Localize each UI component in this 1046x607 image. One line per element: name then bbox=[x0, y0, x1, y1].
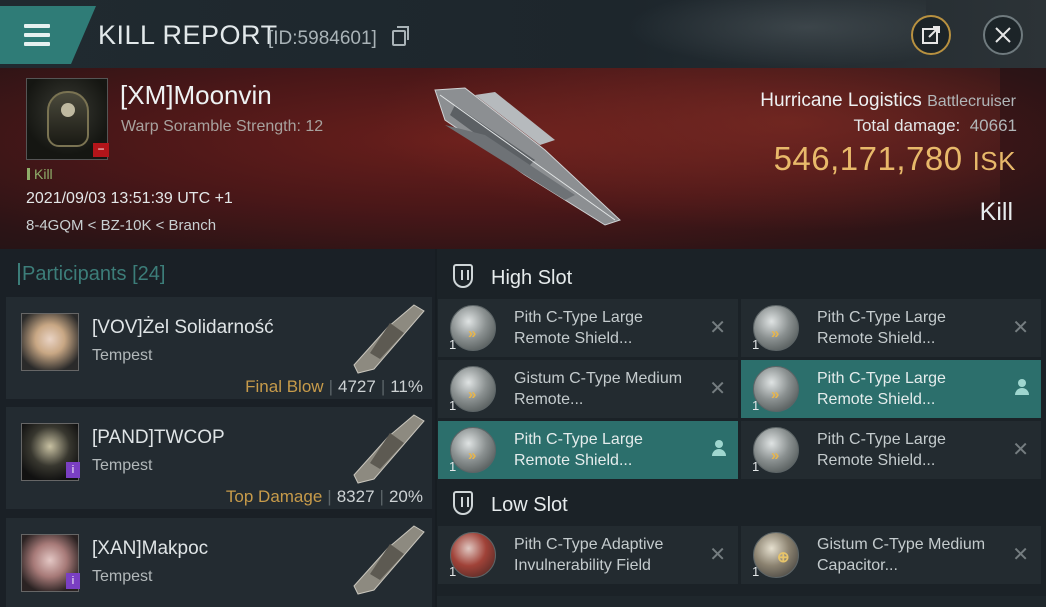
participant-name: [PAND]TWCOP bbox=[92, 427, 225, 448]
participant-name: [XAN]Makpoc bbox=[92, 538, 209, 559]
total-damage-label: Total damage: bbox=[853, 116, 961, 135]
module-name: Pith C-Type Large Remote Shield... bbox=[817, 309, 946, 347]
participant-row[interactable]: i [PAND]TWCOP Tempest Top Damage | 8327 | 20… bbox=[6, 407, 432, 509]
destroyed-icon: ✕ bbox=[1012, 317, 1029, 339]
module-item[interactable]: » 1 Pith C-Type Large Remote Shield... bbox=[741, 360, 1041, 418]
destroyed-icon: ✕ bbox=[709, 544, 726, 566]
high-slot-header: High Slot bbox=[453, 264, 572, 290]
high-slot-icon bbox=[453, 264, 473, 288]
module-name: Gistum C-Type Medium Capacitor... bbox=[817, 536, 986, 574]
kill-tag-label: Kill bbox=[34, 166, 53, 182]
module-item[interactable]: » 1 Pith C-Type Large Remote Shield... bbox=[438, 421, 738, 479]
standing-badge: − bbox=[93, 143, 109, 157]
module-qty: 1 bbox=[449, 459, 457, 474]
isk-value: 546,171,780 ISK bbox=[774, 140, 1016, 178]
module-name: Pith C-Type Large Remote Shield... bbox=[817, 431, 946, 469]
total-damage-value: 40661 bbox=[969, 116, 1017, 135]
invulnerability-field-icon bbox=[450, 532, 496, 578]
header-background bbox=[626, 0, 926, 68]
kill-id: [ID:5984601] bbox=[268, 28, 377, 49]
participant-ship: Tempest bbox=[92, 347, 153, 364]
hamburger-icon bbox=[24, 24, 50, 51]
destroyed-icon: ✕ bbox=[709, 317, 726, 339]
helmet-portrait bbox=[47, 91, 89, 147]
stat-label: Final Blow bbox=[245, 377, 324, 396]
destroyed-icon: ✕ bbox=[709, 378, 726, 400]
participants-count: [24] bbox=[132, 263, 166, 285]
module-name: Pith C-Type Adaptive Invulnerability Fie… bbox=[514, 536, 664, 574]
module-qty: 1 bbox=[752, 398, 760, 413]
dropped-icon bbox=[1015, 379, 1029, 395]
module-qty: 1 bbox=[752, 337, 760, 352]
participant-stats: Final Blow | 4727 | 11% bbox=[245, 377, 423, 396]
participant-ship-image bbox=[353, 414, 425, 484]
participant-row[interactable]: i [XAN]Makpoc Tempest bbox=[6, 518, 432, 607]
participant-ship: Tempest bbox=[92, 457, 153, 474]
participant-ship-image bbox=[353, 304, 425, 374]
participant-avatar bbox=[21, 313, 79, 371]
participant-ship-image bbox=[353, 525, 425, 595]
stat-label: Top Damage bbox=[225, 487, 323, 506]
warp-scramble-strength: Warp Soramble Strength: 12 bbox=[121, 118, 324, 135]
module-name: Pith C-Type Large Remote Shield... bbox=[817, 370, 946, 408]
isk-unit: ISK bbox=[972, 146, 1016, 176]
info-badge: i bbox=[66, 462, 80, 478]
top-bar: KILL REPORT [ID:5984601] bbox=[0, 0, 1046, 68]
stat-percent: 20% bbox=[388, 487, 423, 506]
module-item[interactable]: 1 Pith C-Type Adaptive Invulnerability F… bbox=[438, 526, 738, 584]
info-badge: i bbox=[66, 573, 80, 589]
participant-name: [VOV]Żel Solidarność bbox=[92, 317, 274, 338]
kill-tag: Kill bbox=[27, 166, 53, 182]
stat-percent: 11% bbox=[390, 377, 423, 396]
stat-damage: 8327 bbox=[336, 487, 375, 506]
kill-location[interactable]: 8-4GQM < BZ-10K < Branch bbox=[26, 217, 216, 234]
module-name: Pith C-Type Large Remote Shield... bbox=[514, 431, 643, 469]
module-qty: 1 bbox=[449, 398, 457, 413]
ship-name-text: Hurricane Logistics bbox=[760, 90, 922, 111]
module-name: Pith C-Type Large Remote Shield... bbox=[514, 309, 643, 347]
close-icon bbox=[995, 27, 1011, 43]
module-qty: 1 bbox=[449, 337, 457, 352]
participants-label: Participants bbox=[22, 263, 127, 285]
copy-icon[interactable] bbox=[392, 26, 409, 46]
module-item[interactable]: » 1 Pith C-Type Large Remote Shield... ✕ bbox=[741, 421, 1041, 479]
participant-row[interactable]: [VOV]Żel Solidarność Tempest Final Blow |… bbox=[6, 297, 432, 399]
capacitor-module-icon bbox=[753, 532, 799, 578]
participant-stats: Top Damage | 8327 | 20% bbox=[225, 487, 423, 506]
low-slot-header: Low Slot bbox=[453, 491, 568, 517]
destroyed-icon: ✕ bbox=[1012, 544, 1029, 566]
module-item[interactable]: ⊕ 1 Gistum C-Type Medium Capacitor... ✕ bbox=[741, 526, 1041, 584]
module-item[interactable]: » 1 Pith C-Type Large Remote Shield... ✕ bbox=[741, 299, 1041, 357]
next-row-partial bbox=[437, 596, 1046, 607]
close-button[interactable] bbox=[983, 15, 1023, 55]
page-title: KILL REPORT bbox=[98, 20, 278, 50]
module-name: Gistum C-Type Medium Remote... bbox=[514, 370, 683, 408]
isk-amount: 546,171,780 bbox=[773, 140, 963, 177]
module-qty: 1 bbox=[449, 564, 457, 579]
high-slot-label: High Slot bbox=[491, 267, 573, 289]
total-damage: Total damage: 40661 bbox=[853, 116, 1017, 136]
module-qty: 1 bbox=[752, 459, 760, 474]
dropped-icon bbox=[712, 440, 726, 456]
ship-class: Battlecruiser bbox=[927, 93, 1016, 110]
participant-ship: Tempest bbox=[92, 568, 153, 585]
ship-image bbox=[434, 87, 621, 226]
module-qty: 1 bbox=[752, 564, 760, 579]
low-slot-icon bbox=[453, 491, 473, 515]
participants-header: Participants [24] bbox=[17, 263, 166, 286]
stat-damage: 4727 bbox=[337, 377, 376, 396]
module-item[interactable]: » 1 Pith C-Type Large Remote Shield... ✕ bbox=[438, 299, 738, 357]
menu-button[interactable] bbox=[0, 6, 96, 64]
low-slot-label: Low Slot bbox=[491, 494, 568, 516]
ship-name[interactable]: Hurricane Logistics Battlecruiser bbox=[760, 90, 1016, 112]
kill-datetime: 2021/09/03 13:51:39 UTC +1 bbox=[26, 190, 233, 207]
destroyed-icon: ✕ bbox=[1012, 439, 1029, 461]
victim-name[interactable]: [XM]Moonvin bbox=[120, 80, 272, 111]
share-icon bbox=[922, 26, 940, 44]
share-button[interactable] bbox=[911, 15, 951, 55]
module-item[interactable]: » 1 Gistum C-Type Medium Remote... ✕ bbox=[438, 360, 738, 418]
result-label: Kill bbox=[979, 198, 1013, 226]
